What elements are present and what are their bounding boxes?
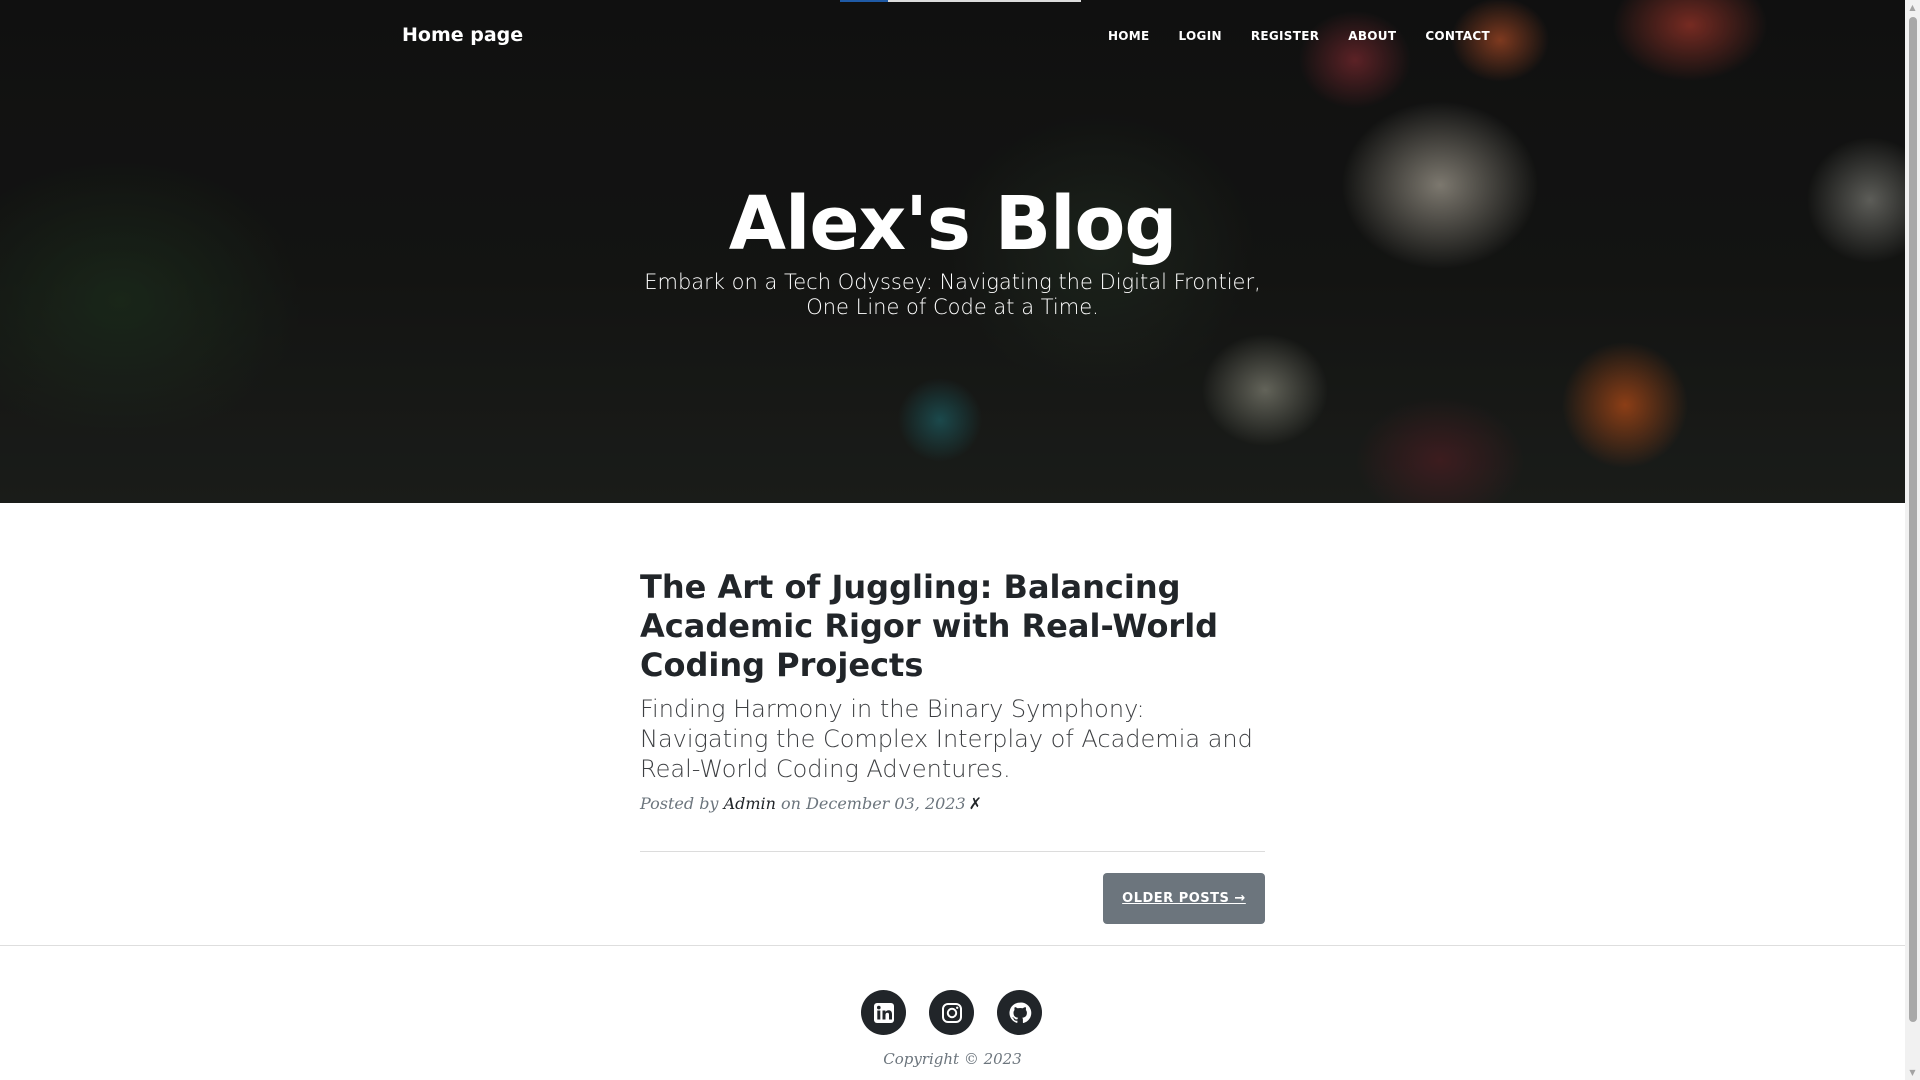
post-preview: The Art of Juggling: Balancing Academic … xyxy=(640,568,1265,813)
brand-link[interactable]: Home page xyxy=(402,24,523,46)
post-author-link[interactable]: Admin xyxy=(724,794,776,813)
vertical-scrollbar[interactable]: ▲ ▼ xyxy=(1905,0,1920,1080)
post-subtitle: Finding Harmony in the Binary Symphony: … xyxy=(640,695,1253,783)
post-title: The Art of Juggling: Balancing Academic … xyxy=(640,568,1219,684)
page: Home page HOME LOGIN REGISTER ABOUT CONT… xyxy=(0,0,1905,1080)
scroll-up-arrow-icon[interactable]: ▲ xyxy=(1905,0,1920,15)
copyright: Copyright © 2023 xyxy=(883,1050,1022,1068)
delete-post-link[interactable]: ✗ xyxy=(969,794,982,813)
nav-contact-link[interactable]: CONTACT xyxy=(1425,29,1490,43)
site-title: Alex's Blog xyxy=(728,181,1178,267)
older-posts-button[interactable]: OLDER POSTS → xyxy=(1103,873,1265,924)
nav-home-link[interactable]: HOME xyxy=(1108,29,1150,43)
scroll-thumb[interactable] xyxy=(1909,17,1917,1022)
nav-login-link[interactable]: LOGIN xyxy=(1179,29,1222,43)
post-meta: Posted by Admin on December 03, 2023 ✗ xyxy=(640,794,1265,813)
linkedin-link[interactable] xyxy=(861,990,906,1035)
masthead: Home page HOME LOGIN REGISTER ABOUT CONT… xyxy=(0,0,1905,503)
github-link[interactable] xyxy=(997,990,1042,1035)
nav-about-link[interactable]: ABOUT xyxy=(1348,29,1396,43)
site-heading: Alex's Blog Embark on a Tech Odyssey: Na… xyxy=(0,178,1905,320)
nav-register-link[interactable]: REGISTER xyxy=(1251,29,1319,43)
nav-links: HOME LOGIN REGISTER ABOUT CONTACT xyxy=(1108,29,1490,43)
scroll-down-arrow-icon[interactable]: ▼ xyxy=(1905,1065,1920,1080)
github-icon xyxy=(1008,1002,1031,1023)
instagram-icon xyxy=(941,1002,962,1023)
linkedin-icon xyxy=(873,1002,894,1023)
instagram-link[interactable] xyxy=(929,990,974,1035)
post-list: The Art of Juggling: Balancing Academic … xyxy=(640,568,1265,813)
footer: Copyright © 2023 xyxy=(0,945,1905,1080)
post-meta-prefix: Posted by xyxy=(640,794,719,813)
social-links xyxy=(861,990,1042,1035)
navbar: Home page HOME LOGIN REGISTER ABOUT CONT… xyxy=(0,0,1905,75)
post-link[interactable]: The Art of Juggling: Balancing Academic … xyxy=(640,568,1265,784)
site-subtitle: Embark on a Tech Odyssey: Navigating the… xyxy=(644,270,1261,319)
post-divider xyxy=(640,851,1265,852)
post-date: on December 03, 2023 xyxy=(781,794,966,813)
